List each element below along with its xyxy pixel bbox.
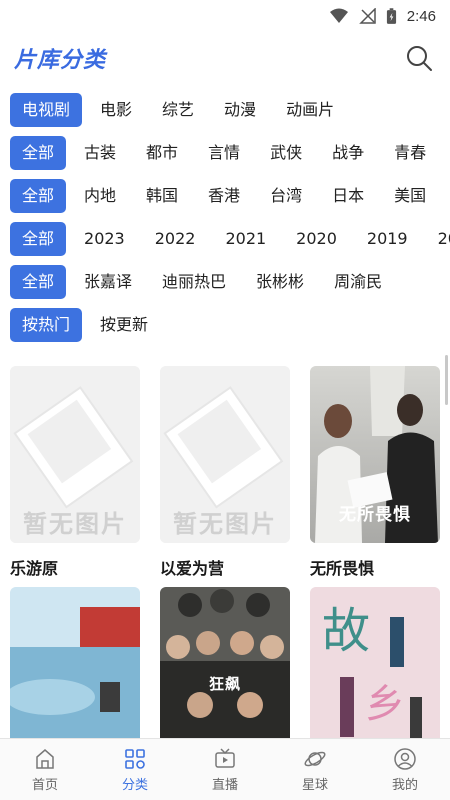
- show-card[interactable]: 无所畏惧 无所畏惧: [310, 366, 440, 578]
- search-icon: [407, 46, 432, 71]
- no-signal-icon: [358, 8, 376, 24]
- tab-label: 直播: [211, 777, 238, 793]
- filter-chip[interactable]: 周渝民: [322, 265, 394, 299]
- genre-filter-row: 全部 古装 都市 言情 武侠 战争 青春 喜: [0, 135, 450, 171]
- battery-icon: [386, 7, 396, 24]
- header: 片库分类: [0, 32, 450, 84]
- home-icon: [36, 748, 54, 769]
- poster-caption: 狂飙: [208, 675, 241, 693]
- filter-chip[interactable]: 日本: [320, 179, 376, 213]
- filter-chip[interactable]: 动漫: [212, 93, 268, 127]
- region-filter-row: 全部 内地 韩国 香港 台湾 日本 美国 泰: [0, 178, 450, 214]
- filter-chip[interactable]: 张彬彬: [244, 265, 316, 299]
- category-filter-row: 电视剧 电影 综艺 动漫 动画片: [0, 92, 450, 128]
- placeholder-label: 暂无图片: [173, 510, 277, 538]
- filter-chip[interactable]: 2018: [426, 222, 450, 256]
- filter-chip[interactable]: 内地: [72, 179, 128, 213]
- tab-label: 分类: [121, 777, 148, 793]
- filter-chip[interactable]: 香港: [196, 179, 252, 213]
- poster-caption: 无所畏惧: [339, 505, 411, 525]
- filter-chip[interactable]: 2020: [284, 222, 349, 256]
- filter-chip[interactable]: 全部: [10, 222, 67, 256]
- grid-row: 暂无图片 乐游原 暂无图片 以爱为营 无所畏惧 无所畏惧: [10, 366, 450, 578]
- filter-chip[interactable]: 都市: [134, 136, 190, 170]
- tab-category[interactable]: 分类: [90, 739, 180, 800]
- show-card[interactable]: 暂无图片 以爱为营: [160, 366, 290, 578]
- tab-home[interactable]: 首页: [0, 739, 90, 800]
- show-grid: 暂无图片 乐游原 暂无图片 以爱为营 无所畏惧 无所畏惧 狂飙 故 乡: [10, 366, 450, 776]
- status-time: 2:46: [406, 7, 436, 25]
- filter-chip[interactable]: 电影: [88, 93, 144, 127]
- tv-icon: [215, 747, 235, 768]
- svg-text:乡: 乡: [365, 681, 405, 727]
- placeholder-poster: 暂无图片: [160, 366, 290, 543]
- filter-chip[interactable]: 2022: [143, 222, 208, 256]
- filter-chip[interactable]: 泰: [444, 179, 450, 213]
- tab-label: 星球: [301, 777, 328, 793]
- filter-chip[interactable]: 综艺: [150, 93, 206, 127]
- filter-chip[interactable]: 喜: [444, 136, 450, 170]
- filter-chip[interactable]: 全部: [10, 179, 67, 213]
- filter-chip[interactable]: 武侠: [258, 136, 314, 170]
- tab-live[interactable]: 直播: [180, 739, 270, 800]
- filter-chip[interactable]: 青春: [382, 136, 438, 170]
- filter-chip[interactable]: 2023: [72, 222, 137, 256]
- filter-chip[interactable]: 迪丽热巴: [150, 265, 238, 299]
- filter-chip[interactable]: 2019: [355, 222, 420, 256]
- tab-label: 首页: [31, 777, 58, 793]
- filter-chip[interactable]: 美国: [382, 179, 438, 213]
- planet-icon: [304, 751, 326, 766]
- year-filter-row: 全部 2023 2022 2021 2020 2019 2018: [0, 221, 450, 257]
- wifi-icon: [329, 8, 348, 23]
- sort-filter-row: 按热门 按更新: [0, 307, 450, 343]
- filter-chip[interactable]: 电视剧: [10, 93, 83, 127]
- search-button[interactable]: [402, 41, 436, 75]
- show-poster: 无所畏惧: [310, 366, 440, 543]
- svg-text:故: 故: [322, 603, 370, 659]
- sort-chip[interactable]: 按热门: [10, 308, 83, 342]
- page-title: 片库分类: [14, 48, 107, 73]
- filter-chip[interactable]: 全部: [10, 265, 67, 299]
- filter-chip[interactable]: 战争: [320, 136, 376, 170]
- filter-chip[interactable]: 台湾: [258, 179, 314, 213]
- filter-chip[interactable]: 古装: [72, 136, 128, 170]
- actor-filter-row: 全部 张嘉译 迪丽热巴 张彬彬 周渝民: [0, 264, 450, 300]
- placeholder-label: 暂无图片: [23, 510, 127, 538]
- show-card[interactable]: 暂无图片 乐游原: [10, 366, 140, 578]
- show-title: 以爱为营: [160, 559, 225, 578]
- show-title: 乐游原: [10, 559, 59, 578]
- filter-chip[interactable]: 言情: [196, 136, 252, 170]
- user-icon: [394, 747, 416, 770]
- tab-profile[interactable]: 我的: [360, 739, 450, 800]
- filter-chip[interactable]: 2021: [213, 222, 278, 256]
- filter-chip[interactable]: 动画片: [274, 93, 346, 127]
- show-title: 无所畏惧: [310, 559, 375, 578]
- filter-panel: 电视剧 电影 综艺 动漫 动画片 全部 古装 都市 言情 武侠 战争 青春 喜 …: [0, 92, 450, 350]
- bottom-tab-bar: 首页 分类 直播 星球 我的: [0, 738, 450, 800]
- sort-chip[interactable]: 按更新: [88, 308, 160, 342]
- placeholder-poster: 暂无图片: [10, 366, 140, 543]
- status-bar: 2:46: [0, 0, 450, 32]
- tab-planet[interactable]: 星球: [270, 739, 360, 800]
- filter-chip[interactable]: 张嘉译: [72, 265, 144, 299]
- filter-chip[interactable]: 全部: [10, 136, 67, 170]
- grid-icon: [125, 748, 145, 769]
- tab-label: 我的: [391, 777, 418, 793]
- filter-chip[interactable]: 韩国: [134, 179, 190, 213]
